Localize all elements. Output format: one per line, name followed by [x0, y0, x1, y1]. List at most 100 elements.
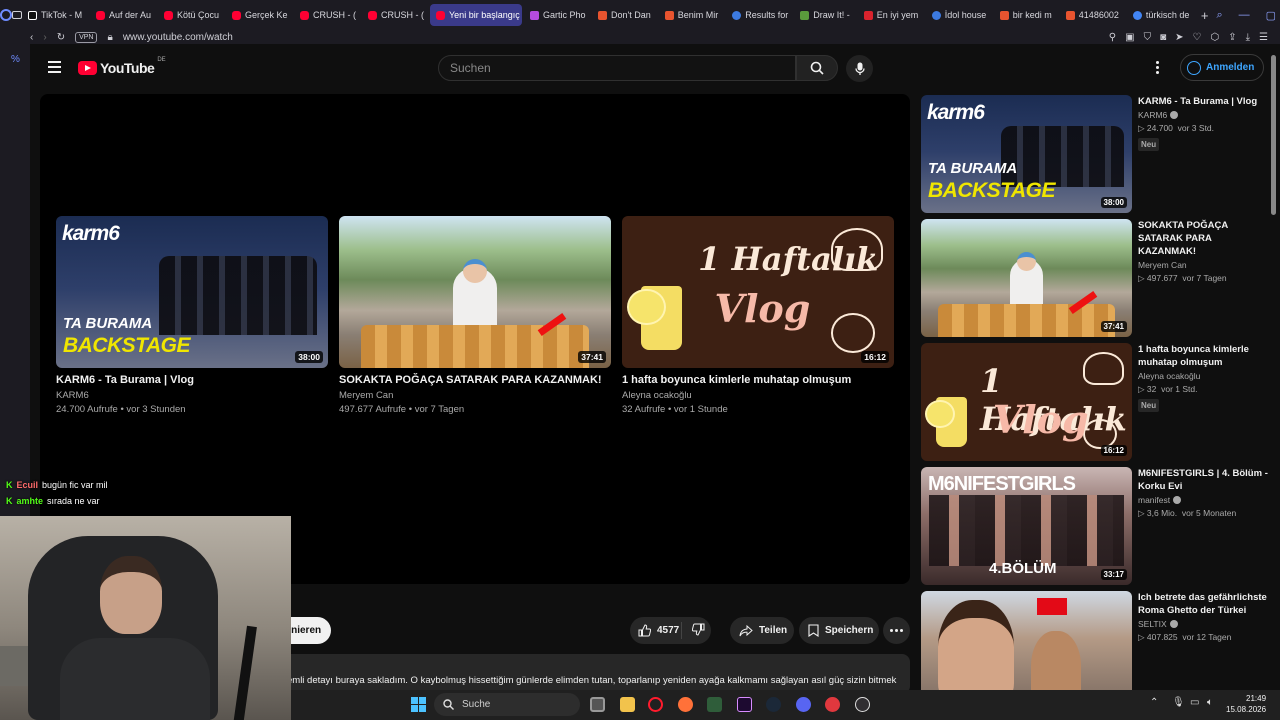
heart-icon[interactable]: ♡	[1193, 32, 1202, 43]
app-green-icon[interactable]	[707, 697, 722, 712]
recommendation-channel[interactable]: manifest	[1138, 495, 1268, 505]
recommendation-channel[interactable]: KARM6	[1138, 110, 1268, 120]
obs-icon[interactable]	[855, 697, 870, 712]
recorder-icon[interactable]	[825, 697, 840, 712]
end-screen-channel[interactable]: Meryem Can	[339, 390, 611, 401]
browser-tab[interactable]: TikTok - M	[22, 4, 88, 26]
vpn-badge[interactable]: VPN	[75, 31, 98, 43]
recommendation-title[interactable]: KARM6 - Ta Burama | Vlog	[1138, 95, 1268, 108]
more-actions-button[interactable]	[883, 617, 910, 644]
browser-tab[interactable]: En iyi yem	[858, 4, 924, 26]
youtube-logo[interactable]: YouTube DE	[78, 57, 166, 76]
browser-tab[interactable]: Benim Mir	[659, 4, 725, 26]
end-screen-channel[interactable]: KARM6	[56, 390, 328, 401]
browser-tab[interactable]: 41486002	[1060, 4, 1125, 26]
search-button[interactable]	[796, 55, 838, 81]
recommendation-channel[interactable]: SELTIX	[1138, 619, 1268, 629]
description-box[interactable]: emli detayı buraya sakladım. O kaybolmuş…	[270, 654, 910, 694]
browser-tab[interactable]: Gerçek Ke	[226, 4, 292, 26]
minimize-icon[interactable]: —	[1239, 9, 1250, 22]
recommendation-item[interactable]: M6NIFESTGIRLS 4.BÖLÜM 33:17 M6NIFESTGIRLS …	[921, 467, 1271, 585]
tab-search-icon[interactable]: ⌕	[1216, 9, 1222, 22]
maximize-icon[interactable]: ▢	[1266, 9, 1276, 22]
sign-in-button[interactable]: Anmelden	[1180, 54, 1265, 81]
browser-tab[interactable]: bir kedi m	[994, 4, 1058, 26]
video-thumbnail[interactable]: 37:41	[339, 216, 611, 368]
opera-taskbar-icon[interactable]	[648, 697, 663, 712]
settings-kebab-icon[interactable]	[1156, 61, 1159, 74]
browser-tab[interactable]: Gartic Pho	[524, 4, 590, 26]
end-screen-card[interactable]: karm6 TA BURAMA BACKSTAGE 38:00 KARM6 - Ta…	[56, 216, 328, 415]
discord-icon[interactable]	[796, 697, 811, 712]
forward-icon[interactable]: ›	[43, 32, 46, 43]
opera-logo-icon[interactable]	[0, 0, 12, 30]
extensions-icon[interactable]: ⬡	[1210, 32, 1219, 43]
firefox-icon[interactable]	[678, 697, 693, 712]
premiere-icon[interactable]	[737, 697, 752, 712]
end-screen-card[interactable]: 37:41 SOKAKTA POĞAÇA SATARAK PARA KAZANM…	[339, 216, 611, 415]
taskbar-search[interactable]: Suche	[434, 693, 580, 716]
send-icon[interactable]: ➤	[1175, 32, 1183, 43]
browser-tab[interactable]: türkisch de	[1127, 4, 1193, 26]
tray-chevron-icon[interactable]: ⌃	[1150, 697, 1158, 708]
lock-icon[interactable]: 🔒︎	[107, 32, 112, 43]
video-thumbnail[interactable]: karm6 TA BURAMA BACKSTAGE 38:00	[56, 216, 328, 368]
shield-icon[interactable]: ⛉	[1144, 32, 1152, 43]
tray-mic-icon[interactable]: 🎙︎	[1172, 697, 1185, 708]
snapshot-icon[interactable]: ▣	[1125, 32, 1134, 43]
recommendation-channel[interactable]: Meryem Can	[1138, 260, 1268, 270]
sidebar-percent-icon[interactable]: %	[0, 44, 30, 65]
recommendation-title[interactable]: 1 hafta boyunca kimlerle muhatap olmuşum	[1138, 343, 1268, 369]
recommendation-channel[interactable]: Aleyna ocakoğlu	[1138, 371, 1268, 381]
new-tab-button[interactable]: +	[1193, 8, 1217, 23]
browser-tab[interactable]: Results for	[726, 4, 792, 26]
browser-tab[interactable]: Don't Dan	[592, 4, 657, 26]
video-thumbnail[interactable]: M6NIFESTGIRLS 4.BÖLÜM 33:17	[921, 467, 1132, 585]
recommendation-title[interactable]: M6NIFESTGIRLS | 4. Bölüm - Korku Evi	[1138, 467, 1268, 493]
end-screen-channel[interactable]: Aleyna ocakoğlu	[622, 390, 894, 401]
end-screen-title[interactable]: 1 hafta boyunca kimlerle muhatap olmuşum	[622, 374, 894, 386]
guide-menu-icon[interactable]	[48, 61, 61, 73]
browser-tab[interactable]: Auf der Au	[90, 4, 156, 26]
search-input[interactable]: Suchen	[438, 55, 796, 81]
reload-icon[interactable]: ↻	[57, 32, 65, 43]
share-button[interactable]: Teilen	[730, 617, 794, 644]
recommendation-item[interactable]: 37:41 SOKAKTA POĞAÇA SATARAK PARA KAZANM…	[921, 219, 1271, 337]
recommendation-title[interactable]: Ich betrete das gefährlichste Roma Ghett…	[1138, 591, 1268, 617]
windows-start-icon[interactable]	[411, 697, 426, 712]
video-thumbnail[interactable]: 37:41	[921, 219, 1132, 337]
camera-icon[interactable]: ◙	[1160, 32, 1166, 43]
recommendation-item[interactable]: 1 Haftalık Vlog 16:12 1 hafta boyunca kiml…	[921, 343, 1271, 461]
recommendation-title[interactable]: SOKAKTA POĞAÇA SATARAK PARA KAZANMAK!	[1138, 219, 1268, 258]
voice-search-button[interactable]	[846, 55, 873, 82]
menu-icon[interactable]: ☰	[1259, 32, 1268, 43]
file-explorer-icon[interactable]	[620, 697, 635, 712]
end-screen-card[interactable]: 1 Haftalık Vlog 16:12 1 hafta boyunca kim…	[622, 216, 894, 415]
share-icon[interactable]: ⇪	[1228, 32, 1236, 43]
video-thumbnail[interactable]: 1 Haftalık Vlog 16:12	[622, 216, 894, 368]
save-button[interactable]: Speichern	[799, 617, 879, 644]
page-scrollbar[interactable]	[1271, 55, 1276, 215]
tab-overview-icon[interactable]	[12, 11, 22, 19]
browser-tab[interactable]: CRUSH - (	[362, 4, 428, 26]
end-screen-title[interactable]: SOKAKTA POĞAÇA SATARAK PARA KAZANMAK!	[339, 374, 611, 386]
recommendation-item[interactable]: karm6 TA BURAMA BACKSTAGE 38:00 KARM6 - Ta …	[921, 95, 1271, 213]
tray-network-icon[interactable]: ▭	[1190, 697, 1199, 708]
back-icon[interactable]: ‹	[30, 32, 33, 43]
url-field[interactable]: www.youtube.com/watch	[123, 32, 233, 43]
video-thumbnail[interactable]: karm6 TA BURAMA BACKSTAGE 38:00	[921, 95, 1132, 213]
browser-tab[interactable]: Draw It! -	[794, 4, 856, 26]
task-view-icon[interactable]	[590, 697, 605, 712]
video-thumbnail[interactable]: 1 Haftalık Vlog 16:12	[921, 343, 1132, 461]
taskbar-clock[interactable]: 21:49 15.08.2026	[1226, 693, 1266, 715]
like-button[interactable]: 4577	[630, 622, 682, 639]
browser-tab[interactable]: CRUSH - (	[294, 4, 360, 26]
steam-icon[interactable]	[766, 697, 781, 712]
browser-tab[interactable]: Kötü Çocu	[158, 4, 224, 26]
video-player[interactable]: karm6 TA BURAMA BACKSTAGE 38:00 KARM6 - Ta…	[40, 94, 910, 584]
tray-volume-icon[interactable]: 🔈︎	[1207, 697, 1213, 708]
end-screen-title[interactable]: KARM6 - Ta Burama | Vlog	[56, 374, 328, 386]
dislike-button[interactable]	[682, 623, 705, 639]
download-icon[interactable]: ⤓	[1246, 32, 1250, 43]
browser-tab[interactable]: İdol house	[926, 4, 992, 26]
